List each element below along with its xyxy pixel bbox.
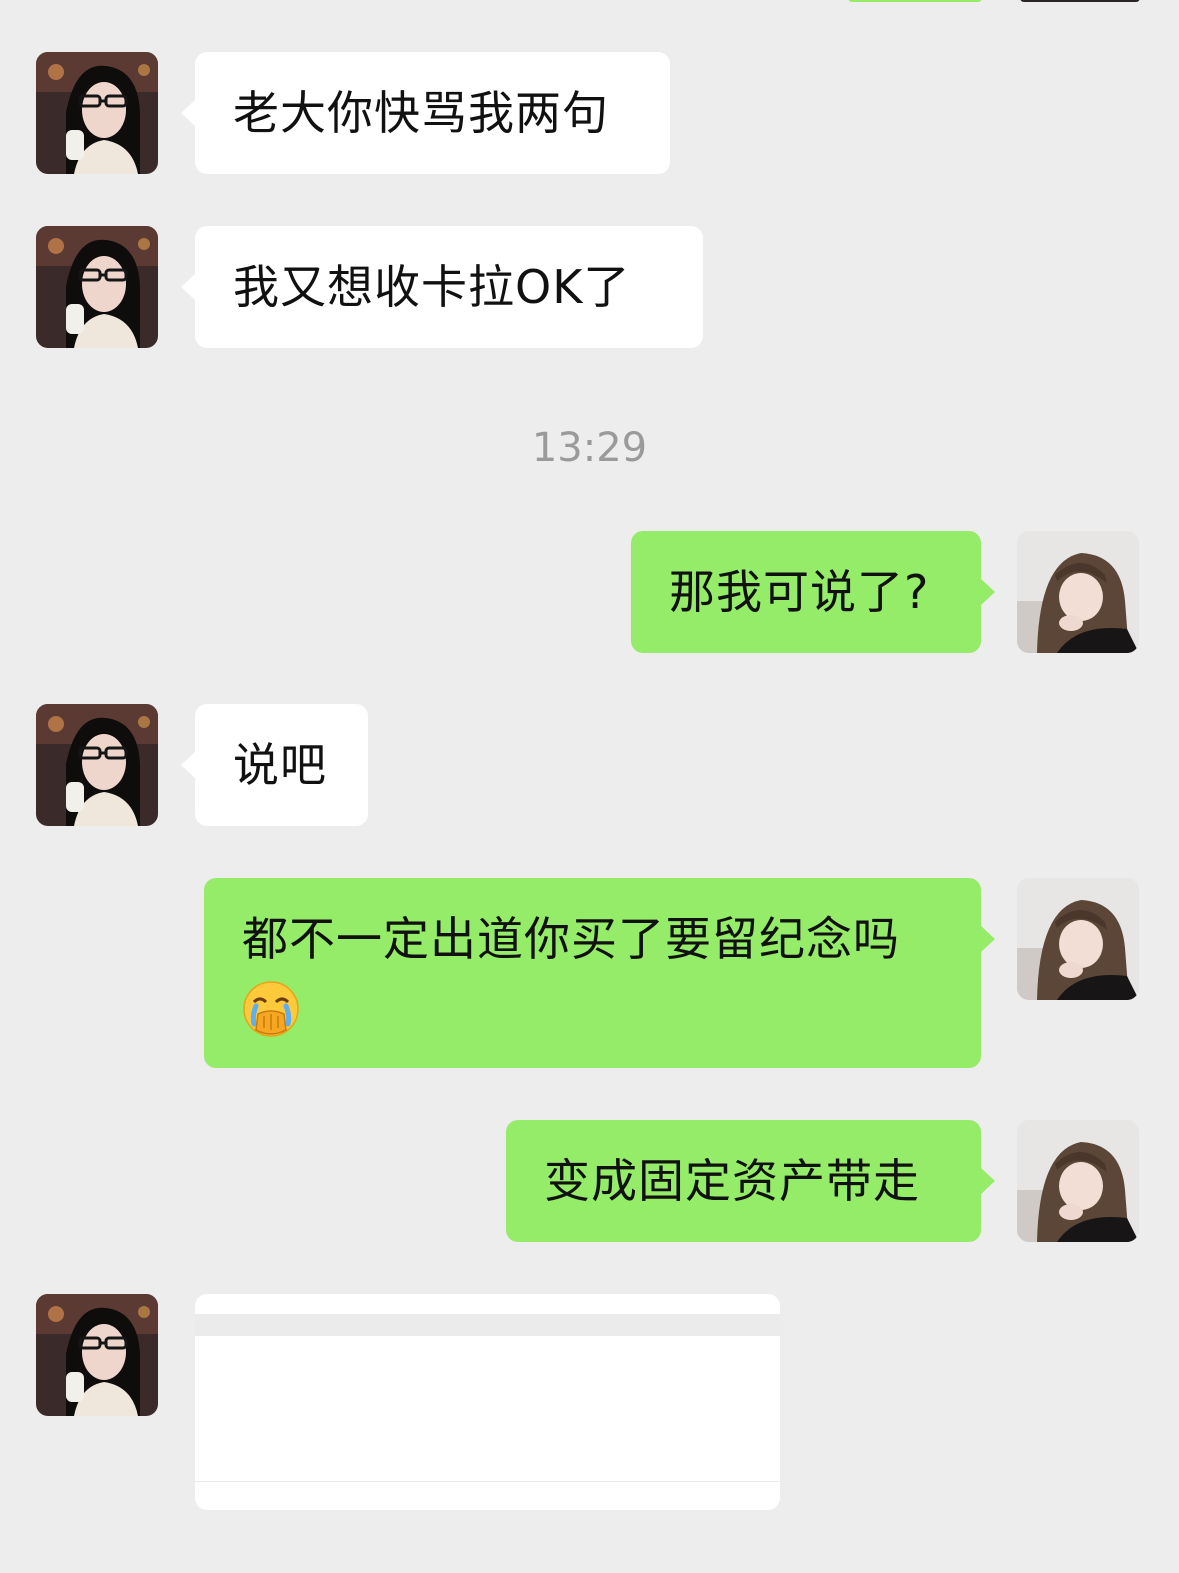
message-text: 我又想收卡拉OK了 — [233, 260, 631, 314]
card-header-bar — [195, 1314, 780, 1336]
shared-card-message[interactable] — [195, 1294, 780, 1510]
my-avatar[interactable] — [1017, 1120, 1139, 1242]
face-with-hand-over-mouth-crying-icon — [242, 980, 300, 1038]
contact-avatar[interactable] — [36, 704, 158, 826]
message-bubble[interactable]: 都不一定出道你买了要留纪念吗 — [204, 878, 995, 1068]
timestamp: 13:29 — [531, 425, 648, 471]
partial-avatar[interactable] — [1020, 0, 1140, 2]
message-bubble[interactable]: 老大你快骂我两句 — [181, 52, 670, 174]
message-bubble[interactable]: 我又想收卡拉OK了 — [181, 226, 703, 348]
message-text: 老大你快骂我两句 — [233, 86, 609, 140]
message-bubble[interactable]: 那我可说了? — [631, 531, 995, 653]
message-text: 变成固定资产带走 — [544, 1154, 920, 1208]
contact-avatar[interactable] — [36, 52, 158, 174]
message-text: 那我可说了? — [669, 565, 930, 619]
message-text: 说吧 — [233, 738, 327, 792]
message-bubble[interactable]: 说吧 — [181, 704, 368, 826]
my-avatar[interactable] — [1017, 531, 1139, 653]
chat-window: 老大你快骂我两句 我又想收卡拉OK了 13:29 那我可说了? 说吧 都不一定出… — [0, 0, 1179, 1573]
partial-message-bubble[interactable] — [848, 0, 982, 2]
message-bubble[interactable]: 变成固定资产带走 — [506, 1120, 995, 1242]
contact-avatar[interactable] — [36, 226, 158, 348]
card-divider — [195, 1481, 780, 1482]
contact-avatar[interactable] — [36, 1294, 158, 1416]
message-text: 都不一定出道你买了要留纪念吗 — [242, 912, 900, 966]
my-avatar[interactable] — [1017, 878, 1139, 1000]
